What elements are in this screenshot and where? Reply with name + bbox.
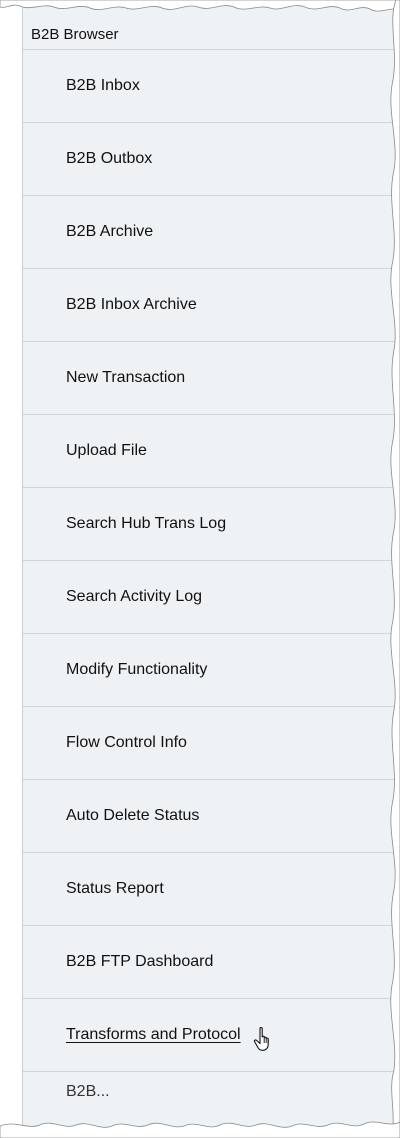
menu-item-b2b-ftp-dashboard[interactable]: B2B FTP Dashboard xyxy=(23,926,397,999)
menu-item-flow-control-info[interactable]: Flow Control Info xyxy=(23,707,397,780)
menu-item-search-hub-trans-log[interactable]: Search Hub Trans Log xyxy=(23,488,397,561)
menu-item-b2b-archive[interactable]: B2B Archive xyxy=(23,196,397,269)
menu-item-label: B2B... xyxy=(66,1083,110,1100)
menu-item-label: B2B FTP Dashboard xyxy=(66,953,214,970)
menu-item-label: Status Report xyxy=(66,880,164,897)
menu-item-label: Search Activity Log xyxy=(66,588,203,605)
menu-item-label: B2B Inbox Archive xyxy=(66,296,197,313)
menu-item-label: Search Hub Trans Log xyxy=(66,515,227,532)
menu-item-label: Transforms and Protocol xyxy=(66,1026,241,1043)
menu-item-new-transaction[interactable]: New Transaction xyxy=(23,342,397,415)
menu-item-b2b-inbox[interactable]: B2B Inbox xyxy=(23,50,397,123)
menu-item-label: New Transaction xyxy=(66,369,186,386)
menu-item-auto-delete-status[interactable]: Auto Delete Status xyxy=(23,780,397,853)
menu-item-upload-file[interactable]: Upload File xyxy=(23,415,397,488)
b2b-menu-panel: B2B Browser B2B Inbox B2B Outbox B2B Arc… xyxy=(22,0,397,1138)
menu-item-modify-functionality[interactable]: Modify Functionality xyxy=(23,634,397,707)
menu-item-label: Auto Delete Status xyxy=(66,807,200,824)
menu-item-b2b-outbox[interactable]: B2B Outbox xyxy=(23,123,397,196)
menu-item-label: Upload File xyxy=(66,442,147,459)
menu-item-search-activity-log[interactable]: Search Activity Log xyxy=(23,561,397,634)
menu-header[interactable]: B2B Browser xyxy=(23,0,397,50)
menu-item-label: Modify Functionality xyxy=(66,661,208,678)
menu-item-label: B2B Archive xyxy=(66,223,154,240)
menu-item-partial[interactable]: B2B... xyxy=(23,1072,397,1112)
menu-item-label: B2B Inbox xyxy=(66,77,140,94)
menu-item-label: Flow Control Info xyxy=(66,734,187,751)
menu-item-transforms-and-protocol[interactable]: Transforms and Protocol xyxy=(23,999,397,1072)
menu-item-status-report[interactable]: Status Report xyxy=(23,853,397,926)
hand-pointer-icon xyxy=(253,1026,275,1052)
menu-item-b2b-inbox-archive[interactable]: B2B Inbox Archive xyxy=(23,269,397,342)
menu-header-label: B2B Browser xyxy=(31,26,119,43)
menu-item-label: B2B Outbox xyxy=(66,150,153,167)
